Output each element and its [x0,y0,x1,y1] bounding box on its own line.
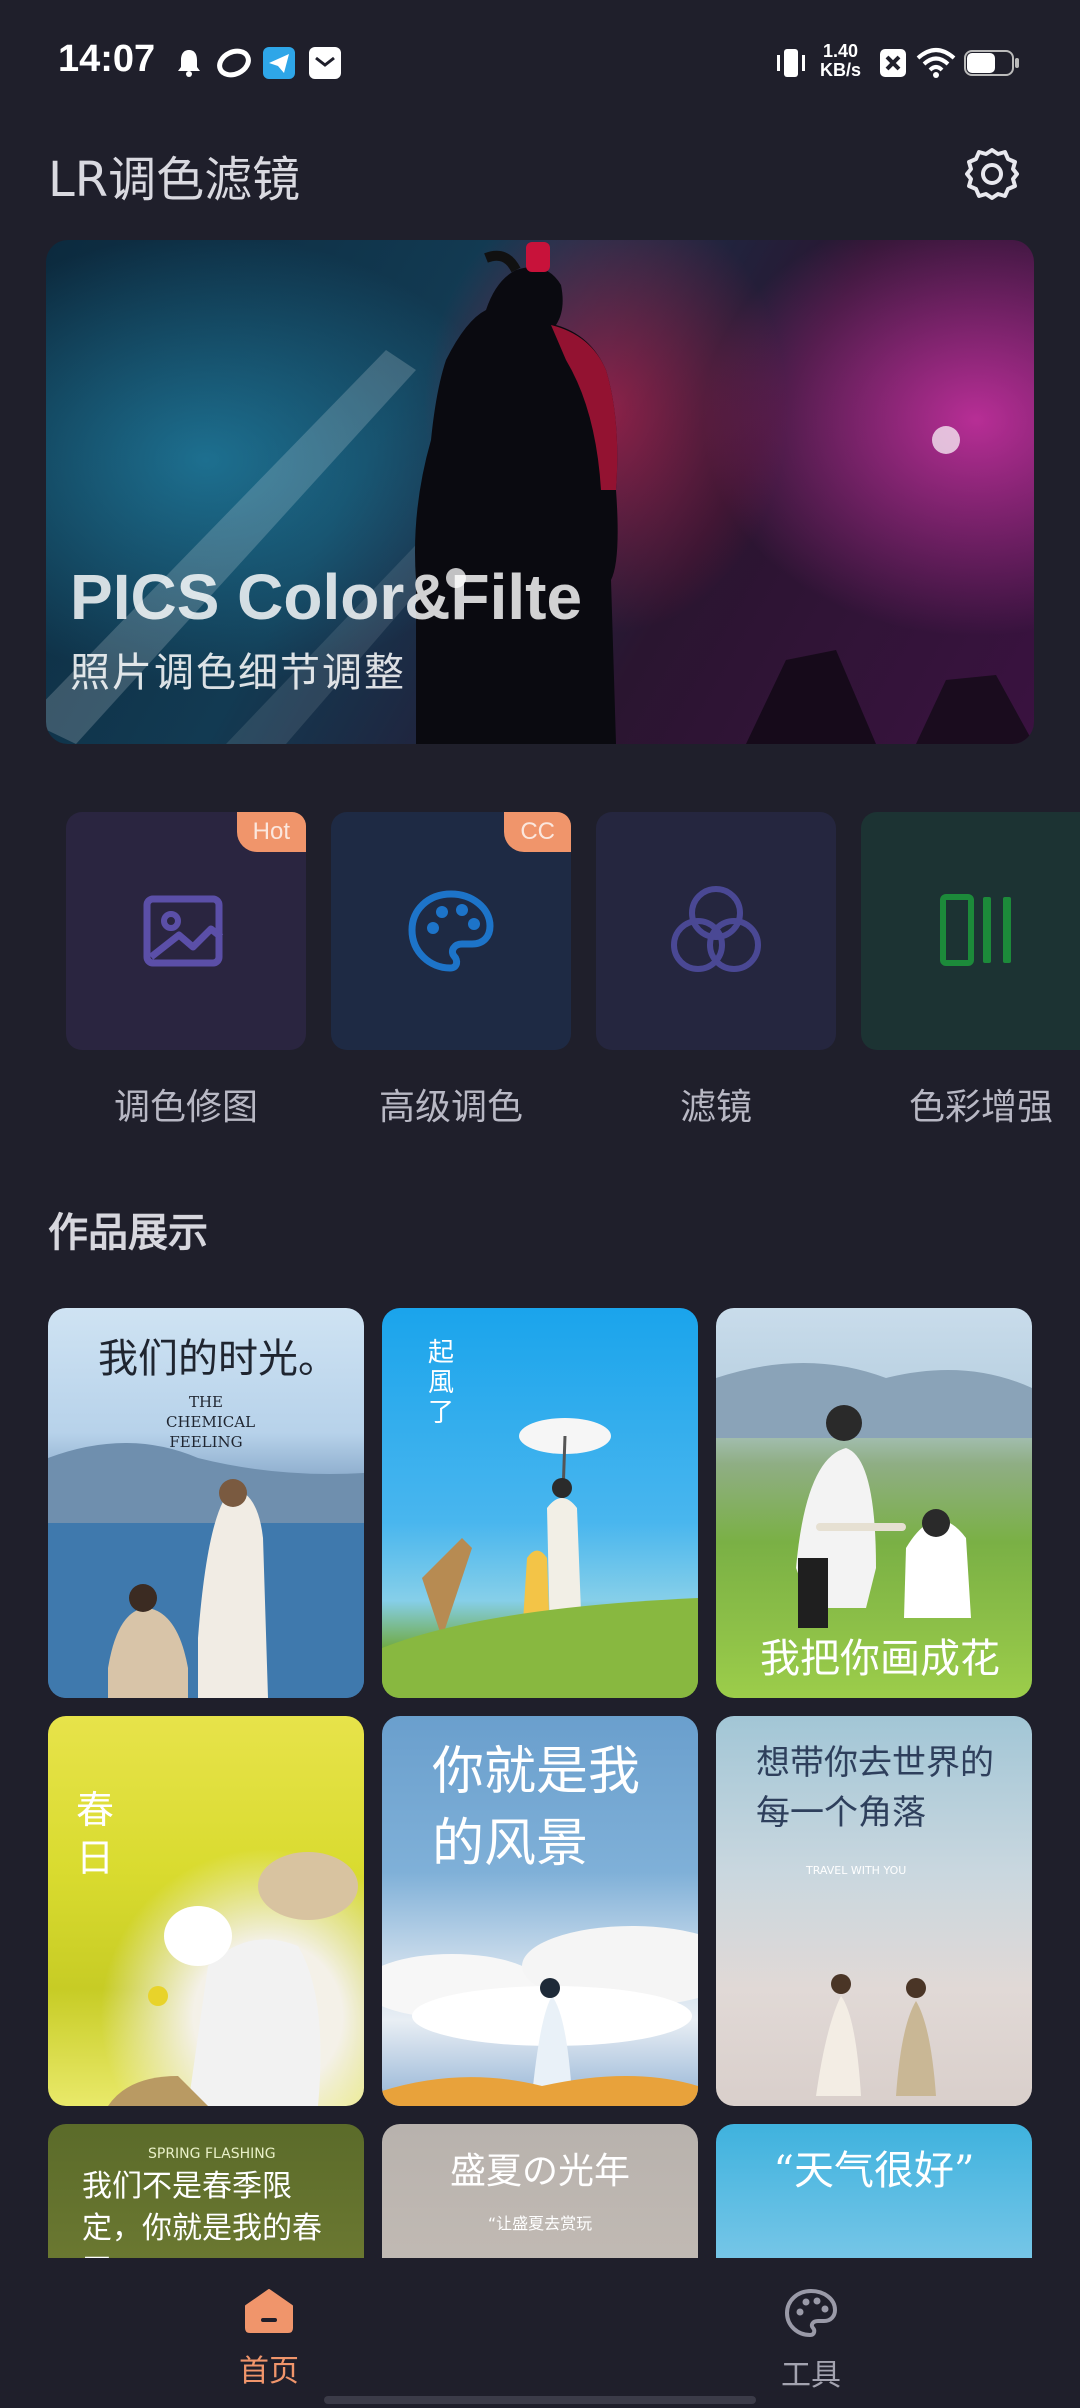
work-card[interactable]: SPRING FLASHING 我们不是春季限定，你就是我的春天 [48,2124,364,2258]
status-bar: 14:07 1.40 KB/s [0,0,1080,130]
work-card[interactable]: “天气很好” [716,2124,1032,2258]
status-time: 14:07 [58,38,156,80]
banner-subtitle: 照片调色细节调整 [70,650,406,696]
work-card[interactable]: 想带你去世界的每一个角落 TRAVEL WITH YOU [716,1716,1032,2106]
work-subcaption: THE CHEMICAL FEELING [166,1393,256,1451]
tab-home-label: 首页 [239,2354,299,2389]
sim-x-icon [878,46,908,80]
work-card[interactable]: 我把你画成花 [716,1308,1032,1698]
palette-icon [785,2289,837,2337]
work-image [108,1852,358,2106]
hot-badge: Hot [236,812,306,852]
tool-label: 滤镜 [679,1087,752,1128]
tab-tools-label: 工具 [781,2358,841,2393]
battery-icon [964,46,1020,80]
tool-advanced-color-tile[interactable]: CC [331,812,571,1050]
home-icon [245,2289,293,2333]
gesture-bar[interactable] [324,2396,756,2404]
net-speed-value: 1.40 [822,41,859,61]
work-caption: “天气很好” [773,2148,975,2194]
work-card[interactable]: 起風了 [382,1308,698,1698]
rings-icon [671,886,761,972]
work-subcaption: “让盛夏去赏玩 [487,2214,593,2233]
work-card[interactable]: 春日 [48,1716,364,2106]
image-icon [143,895,224,967]
tool-advanced-color[interactable]: CC 高级调色 [331,812,571,1130]
work-card[interactable]: 盛夏の光年 “让盛夏去赏玩 [382,2124,698,2258]
bars-icon [940,894,1011,966]
work-subcaption: TRAVEL WITH YOU [806,1864,907,1877]
tool-label: 高级调色 [378,1087,523,1128]
tab-home[interactable]: 首页 [189,2288,349,2390]
bottom-nav: 首页 工具 [0,2258,1080,2408]
work-card[interactable]: 你就是我的风景 [382,1716,698,2106]
work-caption: 想带你去世界的每一个角落 [756,1743,994,1833]
cc-badge: CC [504,812,571,852]
bell-icon [174,46,204,80]
tool-filter-tile[interactable] [596,812,836,1050]
tool-color-retouch-tile[interactable]: Hot [66,812,306,1050]
telegram-icon [262,46,296,80]
work-caption: 盛夏の光年 [449,2151,630,2192]
net-speed: 1.40 KB/s [820,42,861,80]
vibrate-icon [772,46,810,80]
tool-filter[interactable]: 滤镜 [596,812,836,1130]
work-subcaption: SPRING FLASHING [148,2146,276,2162]
tab-tools[interactable]: 工具 [731,2288,891,2394]
palette-icon [408,890,494,972]
wifi-icon [916,46,956,80]
net-speed-unit: KB/s [820,60,862,80]
banner-title: PICS Color&Filte [70,561,583,633]
tool-color-enhance[interactable]: 色彩增强 [861,812,1080,1130]
tool-color-retouch[interactable]: Hot 调色修图 [66,812,306,1130]
work-card[interactable]: 我们的时光。 THE CHEMICAL FEELING [48,1308,364,1698]
app-title: LR调色滤镜 [48,152,301,208]
gear-icon[interactable] [962,144,1022,204]
work-caption: 春日 [76,1788,115,1880]
mail-icon [308,46,342,80]
tool-label: 色彩增强 [908,1087,1053,1128]
work-caption: 我们的时光。 [98,1336,338,1382]
work-caption: 你就是我的风景 [432,1742,641,1874]
swirl-app-icon [216,46,252,80]
tool-color-enhance-tile[interactable] [861,812,1080,1050]
works-grid: 我们的时光。 THE CHEMICAL FEELING 起風了 我把你画成花 春… [0,1300,1080,2258]
work-caption: 我把你画成花 [760,1636,1000,1682]
works-section-title: 作品展示 [48,1210,208,1256]
tool-label: 调色修图 [113,1087,258,1128]
work-caption: 我们不是春季限定，你就是我的春天 [82,2169,322,2258]
work-caption: 起風了 [428,1338,455,1428]
promo-banner[interactable]: PICS Color&Filte 照片调色细节调整 [46,240,1034,744]
